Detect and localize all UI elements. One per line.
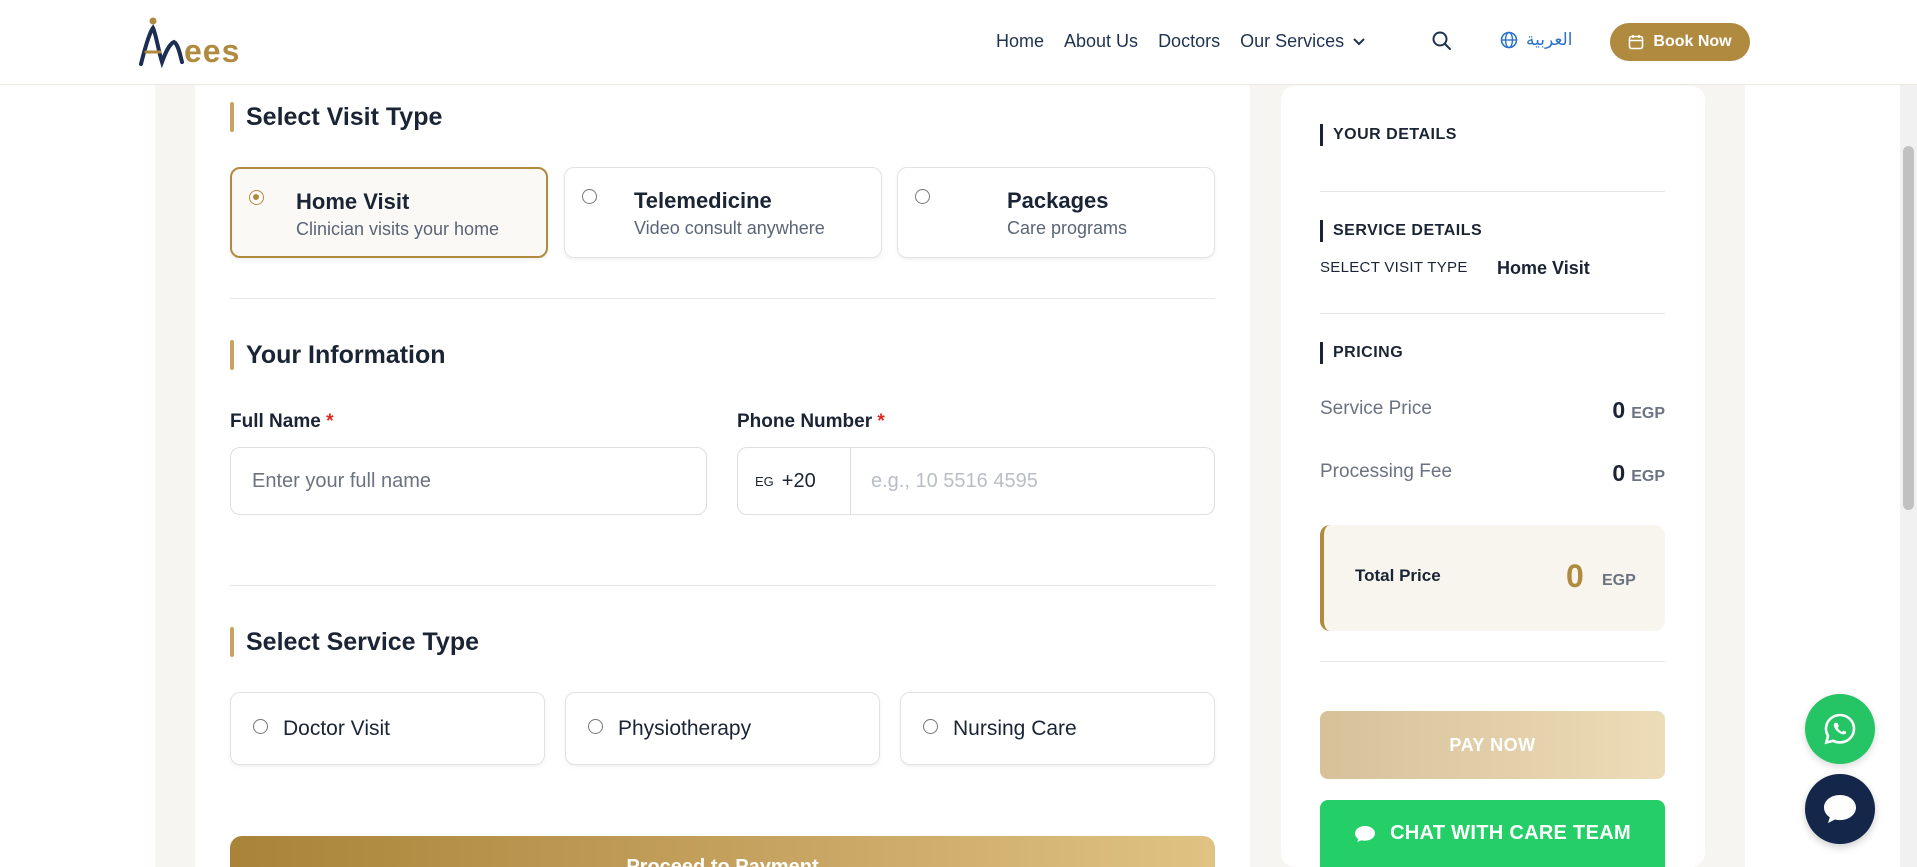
your-information-heading: Your Information bbox=[230, 340, 446, 370]
visit-telemedicine-subtitle: Video consult anywhere bbox=[634, 218, 825, 238]
search-icon[interactable] bbox=[1431, 30, 1453, 52]
whatsapp-button[interactable] bbox=[1805, 694, 1875, 764]
phone-number-label-text: Phone Number bbox=[737, 411, 873, 432]
service-type-heading: Select Service Type bbox=[230, 627, 479, 657]
chevron-down-icon bbox=[1353, 37, 1365, 45]
message-icon bbox=[1824, 795, 1856, 823]
service-option-physiotherapy[interactable]: Physiotherapy bbox=[565, 692, 880, 765]
country-code-selector[interactable]: EG +20 bbox=[737, 447, 851, 515]
processing-fee-value: 0 EGP bbox=[1612, 460, 1665, 487]
visit-home-subtitle: Clinician visits your home bbox=[296, 219, 500, 239]
logo[interactable]: ees bbox=[138, 14, 248, 70]
visit-type-heading: Select Visit Type bbox=[230, 102, 442, 132]
service-option-nursing-care[interactable]: Nursing Care bbox=[900, 692, 1215, 765]
logo-text: ees bbox=[184, 33, 241, 69]
country-code: EG bbox=[755, 473, 774, 489]
currency-label: EGP bbox=[1631, 405, 1665, 422]
total-currency: EGP bbox=[1602, 572, 1636, 589]
service-nursing-care-label: Nursing Care bbox=[953, 717, 1077, 740]
calendar-icon bbox=[1629, 35, 1644, 50]
visit-option-home[interactable]: Home Visit Clinician visits your home bbox=[230, 167, 548, 258]
visit-type-value: Home Visit bbox=[1497, 258, 1590, 278]
pricing-heading: PRICING bbox=[1320, 342, 1403, 364]
total-price-label: Total Price bbox=[1355, 566, 1441, 585]
site-header: ees Home About Us Doctors Our Services ا… bbox=[0, 0, 1917, 85]
phone-number-label: Phone Number * bbox=[737, 411, 885, 433]
visit-option-telemedicine[interactable]: Telemedicine Video consult anywhere bbox=[564, 167, 882, 258]
service-price-label: Service Price bbox=[1320, 398, 1432, 419]
book-now-label: Book Now bbox=[1653, 33, 1732, 50]
your-details-heading: YOUR DETAILS bbox=[1320, 124, 1457, 146]
language-label: العربية bbox=[1526, 30, 1573, 49]
proceed-to-payment-button[interactable]: Proceed to Payment bbox=[230, 836, 1215, 867]
visit-telemedicine-radio[interactable] bbox=[582, 189, 597, 204]
globe-icon bbox=[1500, 31, 1518, 49]
chat-with-care-team-label: CHAT WITH CARE TEAM bbox=[1390, 822, 1631, 844]
visit-packages-radio[interactable] bbox=[915, 189, 930, 204]
visit-telemedicine-title: Telemedicine bbox=[634, 188, 772, 213]
visit-home-title: Home Visit bbox=[296, 189, 410, 214]
full-name-label: Full Name * bbox=[230, 411, 334, 433]
service-details-heading: SERVICE DETAILS bbox=[1320, 220, 1482, 242]
processing-fee-amount: 0 bbox=[1612, 460, 1626, 486]
full-name-label-text: Full Name bbox=[230, 411, 321, 432]
live-chat-button[interactable] bbox=[1805, 774, 1875, 844]
visit-home-radio[interactable] bbox=[249, 190, 264, 205]
visit-option-packages[interactable]: Packages Care programs bbox=[897, 167, 1215, 258]
service-price-amount: 0 bbox=[1612, 397, 1626, 423]
main-nav: Home About Us Doctors Our Services bbox=[996, 31, 1366, 52]
currency-label: EGP bbox=[1631, 468, 1665, 485]
scrollbar-thumb[interactable] bbox=[1903, 146, 1914, 510]
language-switcher[interactable]: العربية bbox=[1500, 30, 1572, 50]
nav-our-services[interactable]: Our Services bbox=[1240, 31, 1366, 52]
processing-fee-label: Processing Fee bbox=[1320, 461, 1453, 482]
dial-code: +20 bbox=[781, 469, 816, 492]
chat-with-care-team-button[interactable]: CHAT WITH CARE TEAM bbox=[1320, 800, 1665, 867]
required-mark: * bbox=[877, 411, 885, 432]
required-mark: * bbox=[326, 411, 334, 432]
service-option-doctor-visit[interactable]: Doctor Visit bbox=[230, 692, 545, 765]
nav-about-us[interactable]: About Us bbox=[1064, 31, 1138, 52]
total-price-amount: 0 bbox=[1566, 558, 1584, 594]
service-physiotherapy-label: Physiotherapy bbox=[618, 717, 752, 740]
visit-packages-title: Packages bbox=[1007, 188, 1109, 213]
service-physiotherapy-radio[interactable] bbox=[588, 719, 603, 734]
section-divider bbox=[230, 585, 1215, 586]
book-now-button[interactable]: Book Now bbox=[1610, 23, 1750, 61]
phone-number-input[interactable]: e.g., 10 5516 4595 bbox=[850, 447, 1215, 515]
sidebar-divider bbox=[1320, 313, 1665, 314]
visit-type-key: SELECT VISIT TYPE bbox=[1320, 259, 1468, 276]
total-price-box: Total Price 0 EGP bbox=[1320, 525, 1665, 631]
service-price-value: 0 EGP bbox=[1612, 397, 1665, 424]
pay-now-button[interactable]: PAY NOW bbox=[1320, 711, 1665, 779]
service-doctor-visit-label: Doctor Visit bbox=[283, 717, 390, 740]
sidebar-divider bbox=[1320, 661, 1665, 662]
service-doctor-visit-radio[interactable] bbox=[253, 719, 268, 734]
whatsapp-icon bbox=[1824, 713, 1856, 745]
chat-bubble-icon bbox=[1355, 825, 1376, 842]
nav-home[interactable]: Home bbox=[996, 31, 1044, 52]
sidebar-divider bbox=[1320, 191, 1665, 192]
nav-our-services-label: Our Services bbox=[1240, 31, 1345, 51]
section-divider bbox=[230, 298, 1215, 299]
full-name-input[interactable]: Enter your full name bbox=[230, 447, 707, 515]
visit-packages-subtitle: Care programs bbox=[1007, 218, 1128, 238]
service-nursing-care-radio[interactable] bbox=[923, 719, 938, 734]
nav-doctors[interactable]: Doctors bbox=[1158, 31, 1220, 52]
